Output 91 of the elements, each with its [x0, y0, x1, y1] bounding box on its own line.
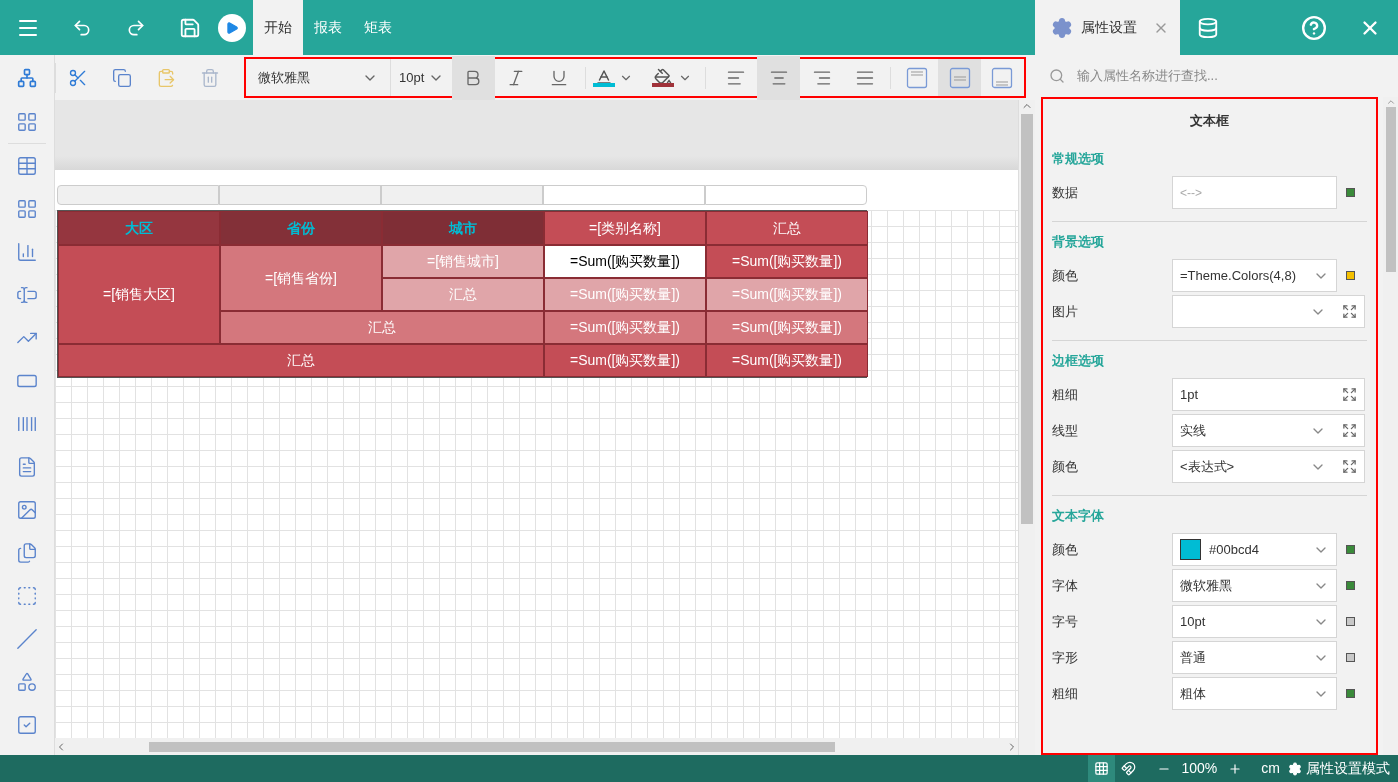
paint-bucket-icon	[653, 68, 672, 86]
property-label: 字体	[1052, 576, 1079, 595]
matrix-cell[interactable]: 城市	[382, 211, 544, 245]
field-value: 普通	[1180, 648, 1207, 667]
color-bar	[651, 83, 674, 87]
property-label: 字号	[1052, 612, 1079, 631]
settings-icon	[1051, 16, 1073, 39]
zoom-level: 100%	[1181, 759, 1218, 778]
section-heading: 背景选项	[1052, 232, 1105, 251]
matrix-cell[interactable]: =[销售大区]	[58, 245, 220, 344]
property-label: 线型	[1052, 421, 1079, 440]
vertical-align-button[interactable]	[938, 59, 981, 96]
ribbon-tab[interactable]: 报表	[303, 0, 353, 55]
column-handle[interactable]	[219, 185, 381, 205]
scrollbar-thumb[interactable]	[1021, 114, 1033, 524]
matrix-cell[interactable]: =[类别名称]	[544, 211, 706, 245]
field-value: 10pt	[1180, 612, 1207, 631]
field-value: 微软雅黑	[1180, 576, 1233, 595]
vertical-align-icon	[948, 66, 971, 89]
bold-icon[interactable]	[451, 55, 495, 100]
property-label: 颜色	[1052, 266, 1079, 285]
property-label: 粗细	[1052, 385, 1079, 404]
scrollbar-thumb[interactable]	[149, 741, 835, 752]
scrollbar-thumb[interactable]	[1385, 107, 1396, 272]
expand-icon[interactable]	[1342, 423, 1357, 438]
field-value: 实线	[1180, 421, 1207, 440]
matrix-cell[interactable]: 省份	[220, 211, 382, 245]
property-dropdown[interactable]: =Theme.Colors(4,8)	[1172, 259, 1337, 292]
search-icon	[1049, 68, 1065, 84]
property-label: 粗细	[1052, 684, 1079, 703]
mode-label: 属性设置模式	[1306, 759, 1390, 778]
property-dropdown[interactable]: 粗体	[1172, 677, 1337, 710]
search-field[interactable]: 输入属性名称进行查找...	[1077, 66, 1357, 86]
expand-icon[interactable]	[1342, 387, 1357, 402]
field-value: #00bcd4	[1209, 540, 1260, 559]
property-dropdown[interactable]: <表达式>	[1172, 450, 1365, 483]
grid-toggle[interactable]	[1087, 755, 1115, 782]
unit-label: cm	[1261, 759, 1280, 778]
column-handle[interactable]	[543, 185, 705, 205]
field-input[interactable]: <-->	[1180, 183, 1329, 202]
properties-tab[interactable]: 属性设置	[1035, 0, 1180, 55]
matrix-cell[interactable]: =Sum([购买数量])	[544, 245, 706, 278]
property-dropdown[interactable]: 普通	[1172, 641, 1337, 674]
scroll-up-icon	[1385, 97, 1396, 107]
font-dropdown[interactable]: 微软雅黑	[246, 59, 392, 96]
matrix-cell[interactable]: =Sum([购买数量])	[544, 344, 706, 377]
property-label: 颜色	[1052, 540, 1079, 559]
property-dropdown[interactable]: 微软雅黑	[1172, 569, 1337, 602]
play-icon[interactable]	[218, 13, 246, 42]
matrix-cell[interactable]: =[销售省份]	[220, 245, 382, 311]
property-dropdown[interactable]: 实线	[1172, 414, 1365, 447]
property-label: 字形	[1052, 648, 1079, 667]
column-handle[interactable]	[381, 185, 543, 205]
matrix-cell[interactable]: =Sum([购买数量])	[706, 344, 868, 377]
column-handle[interactable]	[705, 185, 867, 205]
vertical-align-icon	[905, 66, 928, 89]
ribbon-tab[interactable]: 开始	[253, 0, 303, 55]
matrix-cell[interactable]: 汇总	[58, 344, 544, 377]
font-size-dropdown[interactable]: 10pt	[391, 59, 452, 96]
color-bar	[593, 83, 616, 87]
align-icon[interactable]	[757, 55, 801, 100]
field-value: 粗体	[1180, 684, 1207, 703]
settings-icon	[1288, 761, 1302, 776]
section-heading: 边框选项	[1052, 351, 1105, 370]
property-label: 数据	[1052, 183, 1079, 202]
expand-icon[interactable]	[1342, 459, 1357, 474]
vertical-align-icon	[991, 66, 1014, 89]
panel-title: 文本框	[1189, 112, 1230, 130]
section-heading: 常规选项	[1052, 149, 1105, 168]
matrix-cell[interactable]: =Sum([购买数量])	[544, 311, 706, 344]
column-handle[interactable]	[57, 185, 219, 205]
section-heading: 文本字体	[1052, 506, 1105, 525]
matrix-cell[interactable]: 汇总	[220, 311, 544, 344]
field-value: <表达式>	[1180, 457, 1236, 476]
ribbon-tab[interactable]: 矩表	[353, 0, 403, 55]
matrix-cell[interactable]: =Sum([购买数量])	[706, 245, 868, 278]
matrix-cell[interactable]: 大区	[58, 211, 220, 245]
property-label: 颜色	[1052, 457, 1079, 476]
grid-icon	[1093, 761, 1109, 776]
property-field[interactable]: 1pt	[1172, 378, 1365, 411]
letter-a-icon	[595, 68, 614, 86]
color-swatch	[1180, 539, 1201, 560]
property-label: 图片	[1052, 302, 1079, 321]
field-value: =Theme.Colors(4,8)	[1180, 266, 1297, 285]
matrix-cell[interactable]: 汇总	[706, 211, 868, 245]
property-dropdown[interactable]: 10pt	[1172, 605, 1337, 638]
field-value: 1pt	[1180, 385, 1200, 404]
property-field[interactable]: <-->	[1172, 176, 1337, 209]
matrix-cell[interactable]: =Sum([购买数量])	[706, 311, 868, 344]
expand-icon[interactable]	[1342, 304, 1357, 319]
property-dropdown[interactable]: #00bcd4	[1172, 533, 1337, 566]
